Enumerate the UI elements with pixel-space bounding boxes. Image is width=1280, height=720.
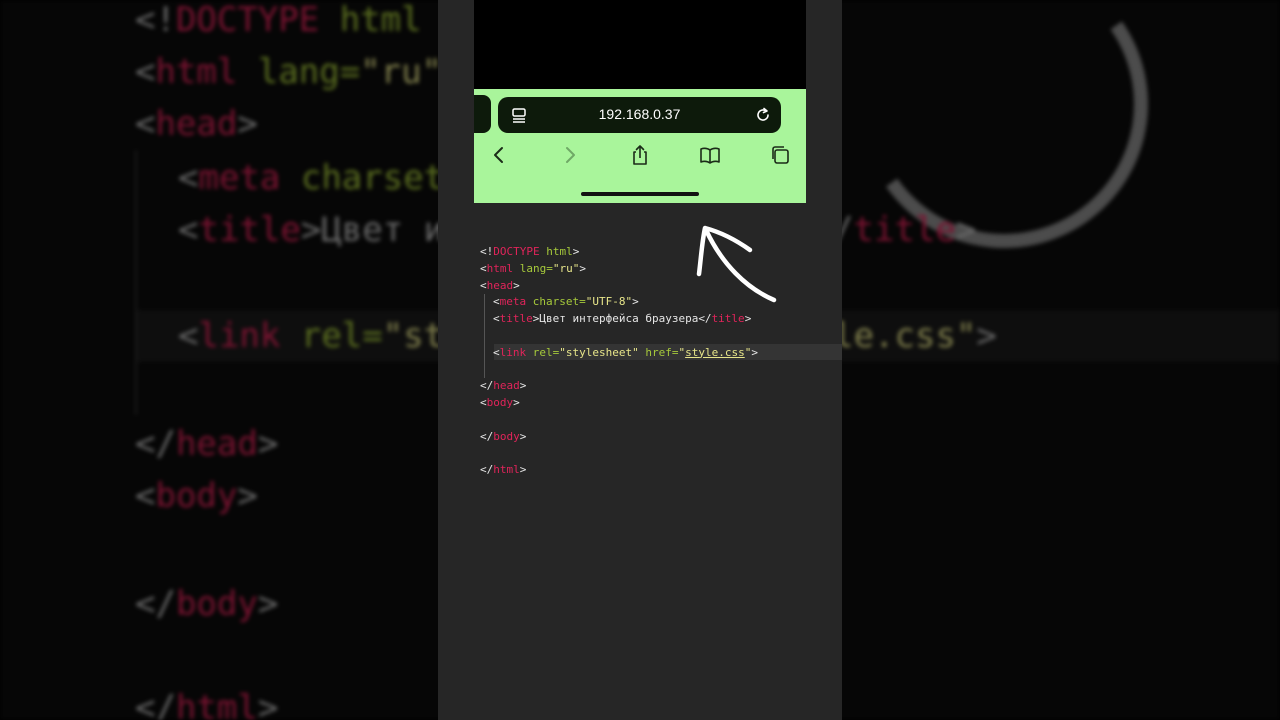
reload-icon[interactable] xyxy=(753,105,773,125)
browser-toolbar: 192.168.0.37 xyxy=(474,89,806,203)
forward-icon[interactable] xyxy=(558,143,582,167)
bg-code-line: </head> xyxy=(135,424,279,464)
phone-frame: 192.168.0.37 <!DOCTYPE html> <html lang=… xyxy=(438,0,842,720)
bg-code-line: <html lang="ru" xyxy=(135,52,443,92)
browser-previous-tab-edge[interactable] xyxy=(474,95,491,133)
share-icon[interactable] xyxy=(628,143,652,167)
back-icon[interactable] xyxy=(487,143,511,167)
bg-code-line: </body> xyxy=(135,584,279,624)
code-line: </head> xyxy=(480,379,527,393)
url-text[interactable]: 192.168.0.37 xyxy=(498,106,781,122)
address-bar[interactable]: 192.168.0.37 xyxy=(498,97,781,133)
code-line: <title>Цвет интерфейса браузера</title> xyxy=(493,312,752,326)
code-line: </body> xyxy=(480,429,527,443)
code-line: <body> xyxy=(480,396,520,410)
code-line: </html> xyxy=(480,463,527,477)
bg-code-line: <meta charset= xyxy=(178,158,465,198)
bg-code-line: <!DOCTYPE html xyxy=(135,0,422,40)
page-content-area xyxy=(474,0,806,89)
bg-code-line: <body> xyxy=(135,476,258,516)
code-line: <link rel="stylesheet" href="style.css"> xyxy=(493,345,758,359)
bg-code-line: <head> xyxy=(135,104,258,144)
bg-code-line: </html> xyxy=(135,688,279,720)
tabs-icon[interactable] xyxy=(768,143,792,167)
bg-indent-guide xyxy=(135,150,137,415)
home-indicator xyxy=(581,192,699,196)
drawn-arrow-icon xyxy=(696,225,777,303)
bookmarks-icon[interactable] xyxy=(698,143,722,167)
